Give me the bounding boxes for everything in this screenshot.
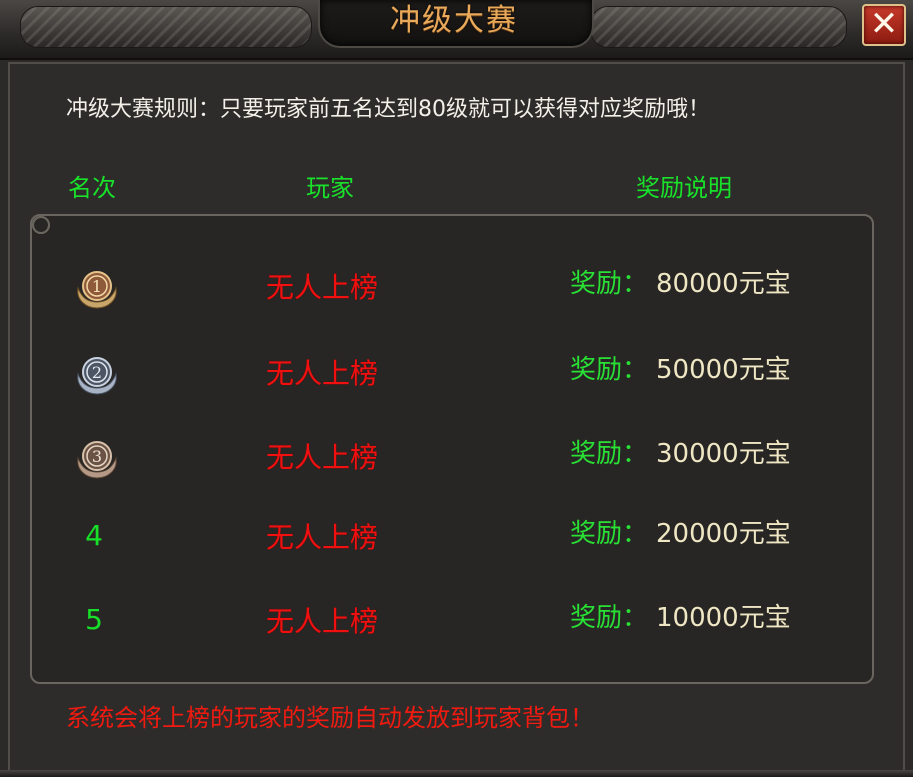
reward-value: 20000元宝 (656, 519, 791, 549)
ranking-row: 3 无人上榜 奖励： 30000元宝 (0, 426, 913, 486)
reward-value: 10000元宝 (656, 603, 791, 633)
footer-note: 系统会将上榜的玩家的奖励自动发放到玩家背包！ (66, 704, 594, 732)
column-header-rank: 名次 (68, 174, 116, 202)
bottom-border (0, 770, 913, 777)
close-icon: ✕ (869, 4, 899, 44)
close-button[interactable]: ✕ (862, 4, 906, 46)
ranking-row: 5 无人上榜 奖励： 10000元宝 (0, 590, 913, 650)
reward-value: 50000元宝 (656, 355, 791, 385)
column-header-reward: 奖励说明 (636, 174, 732, 202)
event-window: 冲级大赛 ✕ 冲级大赛规则：只要玩家前五名达到80级就可以获得对应奖励哦！ 名次… (0, 0, 913, 777)
gold-medal-icon: 1 (77, 271, 117, 309)
reward-label: 奖励： (570, 269, 649, 299)
player-name: 无人上榜 (266, 521, 379, 554)
rank-number: 4 (85, 519, 103, 552)
silver-medal-icon: 2 (77, 357, 117, 395)
title-ornament-left (20, 6, 312, 48)
title-bar: 冲级大赛 ✕ (0, 0, 913, 60)
player-name: 无人上榜 (266, 271, 379, 304)
reward-label: 奖励： (570, 355, 649, 385)
medal-rank-label: 2 (92, 363, 102, 382)
medal-rank-label: 1 (92, 277, 102, 296)
reward-value: 30000元宝 (656, 439, 791, 469)
ranking-row: 2 无人上榜 奖励： 50000元宝 (0, 342, 913, 402)
reward-label: 奖励： (570, 439, 649, 469)
reward-value: 80000元宝 (656, 269, 791, 299)
medal-rank-label: 3 (92, 447, 102, 466)
column-header-player: 玩家 (306, 174, 354, 202)
window-title: 冲级大赛 (390, 3, 518, 38)
player-name: 无人上榜 (266, 605, 379, 638)
player-name: 无人上榜 (266, 441, 379, 474)
reward-label: 奖励： (570, 519, 649, 549)
bronze-medal-icon: 3 (77, 441, 117, 479)
title-ornament-right (590, 6, 847, 48)
reward-label: 奖励： (570, 603, 649, 633)
rules-text: 冲级大赛规则：只要玩家前五名达到80级就可以获得对应奖励哦！ (66, 97, 710, 122)
ranking-row: 1 无人上榜 奖励： 80000元宝 (0, 256, 913, 316)
ranking-row: 4 无人上榜 奖励： 20000元宝 (0, 506, 913, 566)
player-name: 无人上榜 (266, 357, 379, 390)
rank-number: 5 (85, 603, 103, 636)
